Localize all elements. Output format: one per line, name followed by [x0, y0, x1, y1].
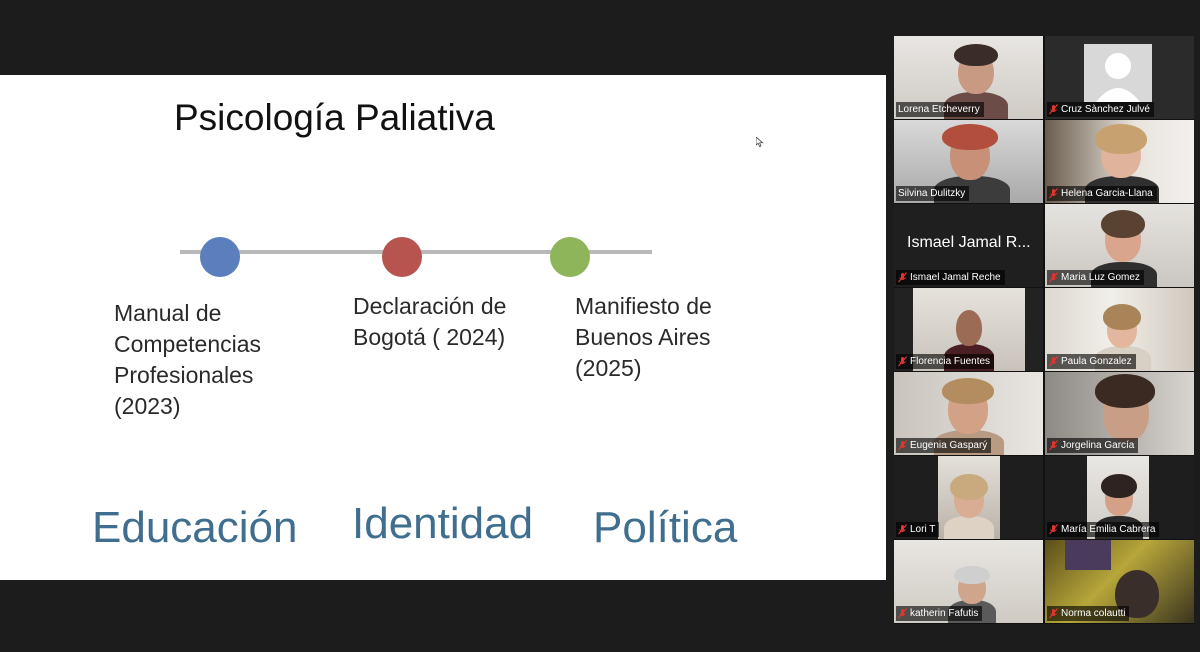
participant-gallery: Lorena Etcheverry Cruz Sànchez Julvé Sil…: [894, 36, 1194, 624]
participant-name: Lori T: [896, 522, 940, 537]
participant-tile[interactable]: María Emilia Cabrera: [1045, 456, 1194, 539]
microphone-muted-icon: [1049, 188, 1058, 199]
slide-title: Psicología Paliativa: [174, 97, 495, 138]
microphone-muted-icon: [1049, 272, 1058, 283]
microphone-muted-icon: [1049, 356, 1058, 367]
microphone-muted-icon: [898, 272, 907, 283]
user-avatar-icon: [1084, 44, 1152, 102]
participant-name: Lorena Etcheverry: [896, 102, 984, 117]
participant-name: Paula Gonzalez: [1047, 354, 1136, 369]
timeline-dot-identity: [382, 237, 422, 277]
microphone-muted-icon: [1049, 104, 1058, 115]
participant-name: Norma colautti: [1047, 606, 1130, 621]
participant-display-name: Ismael Jamal R...: [907, 234, 1031, 251]
theme-identity: Identidad: [352, 499, 534, 548]
participant-name: Eugenia Gasparý: [896, 438, 992, 453]
participant-tile[interactable]: Paula Gonzalez: [1045, 288, 1194, 371]
timeline-dot-policy: [550, 237, 590, 277]
participant-tile-active-speaker[interactable]: Silvina Dulitzky: [894, 120, 1043, 203]
participant-tile[interactable]: Ismael Jamal R... Ismael Jamal Reche: [894, 204, 1043, 287]
participant-tile[interactable]: katherin Fafutis: [894, 540, 1043, 623]
participant-tile[interactable]: Jorgelina García: [1045, 372, 1194, 455]
participant-tile[interactable]: Maria Luz Gomez: [1045, 204, 1194, 287]
microphone-muted-icon: [898, 356, 907, 367]
avatar: [956, 310, 982, 346]
microphone-muted-icon: [1049, 440, 1058, 451]
microphone-muted-icon: [1049, 608, 1058, 619]
participant-name: Helena Garcia-Llana: [1047, 186, 1157, 201]
participant-tile[interactable]: Lori T: [894, 456, 1043, 539]
milestone-label: Declaración de Bogotá ( 2024): [353, 293, 507, 350]
theme-education: Educación: [92, 503, 298, 552]
participant-tile[interactable]: Cruz Sànchez Julvé: [1045, 36, 1194, 119]
microphone-muted-icon: [898, 608, 907, 619]
participant-name: Cruz Sànchez Julvé: [1047, 102, 1154, 117]
participant-tile[interactable]: Eugenia Gasparý: [894, 372, 1043, 455]
theme-policy: Política: [593, 503, 738, 552]
microphone-muted-icon: [898, 440, 907, 451]
participant-tile[interactable]: Norma colautti: [1045, 540, 1194, 623]
microphone-muted-icon: [1049, 524, 1058, 535]
participant-tile[interactable]: Lorena Etcheverry: [894, 36, 1043, 119]
shared-slide: Psicología Paliativa Manual de Competenc…: [0, 75, 886, 580]
mouse-cursor-icon: [756, 137, 764, 147]
participant-name: Silvina Dulitzky: [896, 186, 970, 201]
participant-name: Florencia Fuentes: [896, 354, 995, 369]
participant-name: Ismael Jamal Reche: [896, 270, 1005, 285]
participant-name: Maria Luz Gomez: [1047, 270, 1144, 285]
milestone-label: Manual de Competencias Profesionales (20…: [114, 300, 262, 419]
participant-tile[interactable]: Florencia Fuentes: [894, 288, 1043, 371]
microphone-muted-icon: [898, 524, 907, 535]
timeline-dot-education: [200, 237, 240, 277]
participant-name: María Emilia Cabrera: [1047, 522, 1160, 537]
participant-name: katherin Fafutis: [896, 606, 983, 621]
participant-tile[interactable]: Helena Garcia-Llana: [1045, 120, 1194, 203]
milestone-label: Manifiesto de Buenos Aires (2025): [575, 293, 712, 381]
participant-name: Jorgelina García: [1047, 438, 1139, 453]
